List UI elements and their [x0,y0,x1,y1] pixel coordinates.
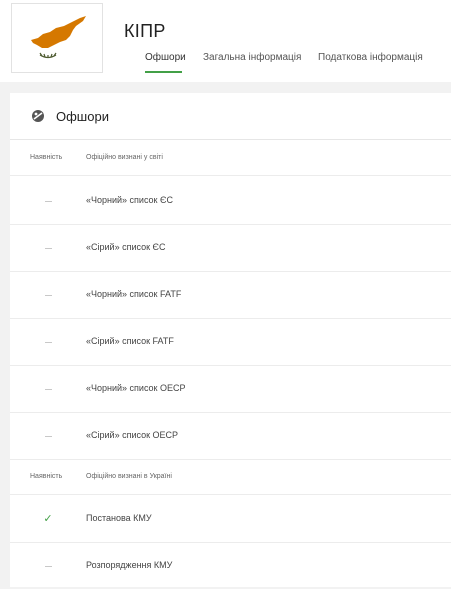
row-label: «Сірий» список OECP [86,430,179,440]
row-label: Розпорядження КМУ [86,560,173,570]
status-dash-icon [40,335,56,347]
status-dash-icon [40,241,56,253]
tab-tax-info[interactable]: Податкова інформація [318,52,423,63]
cyprus-flag-icon [31,16,86,59]
status-dash-icon [40,382,56,394]
col-status-label: Наявність [30,473,63,480]
section-world-header: Наявність Офіційно визнані у світі [10,140,451,176]
col-name-label: Офіційно визнані в Україні [86,473,172,480]
table-row: Розпорядження КМУ [10,542,451,589]
table-row: «Чорний» список OECP [10,365,451,413]
table-row: «Сірий» список OECP [10,412,451,460]
row-label: «Сірий» список FATF [86,336,174,346]
tab-offshores[interactable]: Офшори [145,52,186,63]
offshore-icon [32,110,44,122]
status-dash-icon [40,429,56,441]
active-tab-indicator [145,71,182,73]
col-status-label: Наявність [30,154,63,161]
offshores-card: Офшори Наявність Офіційно визнані у світ… [10,93,451,587]
country-title: КІПР [124,21,166,41]
row-label: «Сірий» список ЄС [86,242,166,252]
table-row: ✓ Постанова КМУ [10,495,451,543]
status-dash-icon [40,559,56,571]
table-row: «Чорний» список FATF [10,271,451,319]
card-header: Офшори [10,93,451,140]
country-flag [11,3,103,73]
check-icon: ✓ [43,513,53,525]
row-label: Постанова КМУ [86,513,152,523]
status-dash-icon [40,194,56,206]
status-dash-icon [40,288,56,300]
table-row: «Сірий» список ЄС [10,224,451,272]
tab-general-info[interactable]: Загальна інформація [203,52,301,63]
card-title: Офшори [56,109,109,124]
row-label: «Чорний» список ЄС [86,195,173,205]
country-header: КІПР Офшори Загальна інформація Податков… [0,0,451,82]
row-label: «Чорний» список FATF [86,289,182,299]
table-row: «Чорний» список ЄС [10,177,451,225]
row-label: «Чорний» список OECP [86,383,186,393]
table-row: «Сірий» список FATF [10,318,451,366]
col-name-label: Офіційно визнані у світі [86,154,163,161]
section-ukraine-header: Наявність Офіційно визнані в Україні [10,459,451,495]
